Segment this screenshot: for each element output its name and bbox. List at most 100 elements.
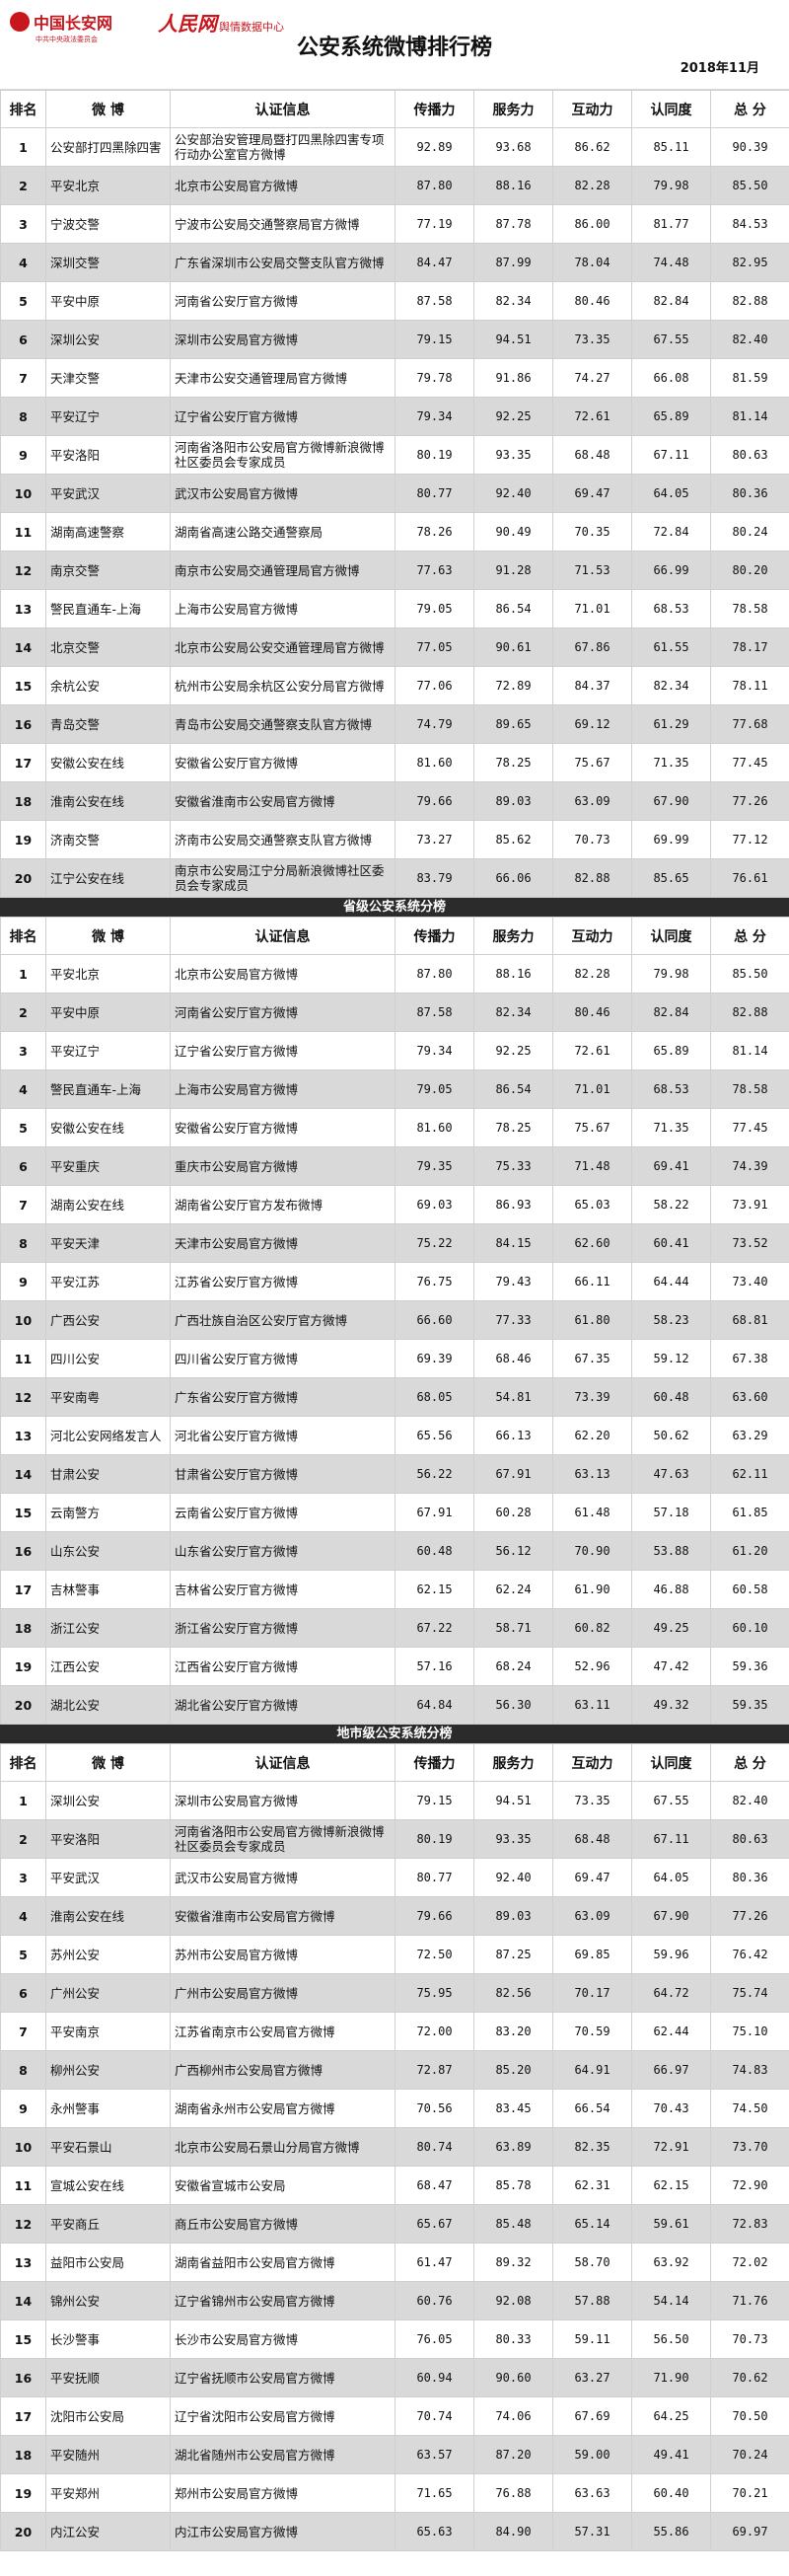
recognition-cell: 60.40 <box>631 2473 711 2513</box>
service-cell: 87.78 <box>473 204 553 244</box>
total-score-cell: 69.97 <box>710 2512 789 2551</box>
service-cell: 91.28 <box>473 551 553 590</box>
table-row: 13 警民直通车-上海 上海市公安局官方微博 79.05 86.54 71.01 68.53… <box>0 589 789 628</box>
recognition-cell: 79.98 <box>631 954 711 994</box>
total-score-cell: 90.39 <box>710 127 789 167</box>
service-cell: 68.46 <box>473 1339 553 1378</box>
spread-cell: 77.06 <box>394 666 474 705</box>
service-cell: 90.49 <box>473 512 553 552</box>
weibo-name-cell: 平安中原 <box>45 993 171 1032</box>
service-cell: 56.12 <box>473 1531 553 1571</box>
interaction-cell: 57.31 <box>552 2512 632 2551</box>
column-header: 总 分 <box>710 1743 789 1782</box>
service-cell: 89.03 <box>473 781 553 821</box>
recognition-cell: 82.84 <box>631 281 711 321</box>
rank-cell: 10 <box>0 2127 46 2167</box>
certification-cell: 吉林省公安厅官方微博 <box>170 1570 395 1609</box>
weibo-name-cell: 安徽公安在线 <box>45 743 171 782</box>
rank-cell: 20 <box>0 1685 46 1725</box>
service-cell: 80.33 <box>473 2319 553 2359</box>
rank-cell: 19 <box>0 1647 46 1686</box>
weibo-name-cell: 湖北公安 <box>45 1685 171 1725</box>
certification-cell: 江苏省南京市公安局官方微博 <box>170 2012 395 2051</box>
total-score-cell: 70.24 <box>710 2435 789 2474</box>
interaction-cell: 82.28 <box>552 954 632 994</box>
spread-cell: 76.05 <box>394 2319 474 2359</box>
column-header: 总 分 <box>710 917 789 955</box>
weibo-name-cell: 山东公安 <box>45 1531 171 1571</box>
interaction-cell: 71.53 <box>552 551 632 590</box>
rank-cell: 5 <box>0 1108 46 1147</box>
spread-cell: 87.80 <box>394 954 474 994</box>
table-row: 15 余杭公安 杭州市公安局余杭区公安分局官方微博 77.06 72.89 84.37 82… <box>0 666 789 705</box>
rank-cell: 17 <box>0 2396 46 2436</box>
table-row: 11 四川公安 四川省公安厅官方微博 69.39 68.46 67.35 59.12 67.3… <box>0 1339 789 1378</box>
spread-cell: 76.75 <box>394 1262 474 1301</box>
interaction-cell: 68.48 <box>552 1819 632 1859</box>
certification-cell: 湖南省高速公路交通警察局 <box>170 512 395 552</box>
weibo-name-cell: 广西公安 <box>45 1300 171 1340</box>
spread-cell: 80.77 <box>394 1858 474 1897</box>
spread-cell: 75.95 <box>394 1973 474 2013</box>
spread-cell: 79.78 <box>394 358 474 398</box>
column-header: 认同度 <box>631 90 711 128</box>
total-score-cell: 74.39 <box>710 1146 789 1186</box>
service-cell: 56.30 <box>473 1685 553 1725</box>
column-header: 互动力 <box>552 917 632 955</box>
service-cell: 66.13 <box>473 1416 553 1455</box>
service-cell: 86.54 <box>473 589 553 628</box>
table-row: 7 平安南京 江苏省南京市公安局官方微博 72.00 83.20 70.59 62.44 75… <box>0 2012 789 2051</box>
table-row: 2 平安北京 北京市公安局官方微博 87.80 88.16 82.28 79.98 85.50 <box>0 166 789 205</box>
service-cell: 54.81 <box>473 1377 553 1417</box>
total-score-cell: 81.14 <box>710 1031 789 1070</box>
recognition-cell: 49.41 <box>631 2435 711 2474</box>
total-score-cell: 60.10 <box>710 1608 789 1648</box>
weibo-name-cell: 平安辽宁 <box>45 397 171 436</box>
certification-cell: 南京市公安局交通管理局官方微博 <box>170 551 395 590</box>
interaction-cell: 69.85 <box>552 1935 632 1974</box>
recognition-cell: 81.77 <box>631 204 711 244</box>
spread-cell: 69.39 <box>394 1339 474 1378</box>
weibo-name-cell: 深圳公安 <box>45 320 171 359</box>
spread-cell: 72.87 <box>394 2050 474 2090</box>
table-row: 7 天津交警 天津市公安交通管理局官方微博 79.78 91.86 74.27 66.08 8… <box>0 358 789 398</box>
spread-cell: 79.34 <box>394 397 474 436</box>
section-title: 省级公安系统分榜 <box>0 898 789 917</box>
total-score-cell: 61.20 <box>710 1531 789 1571</box>
service-cell: 84.15 <box>473 1223 553 1263</box>
interaction-cell: 70.17 <box>552 1973 632 2013</box>
certification-cell: 杭州市公安局余杭区公安分局官方微博 <box>170 666 395 705</box>
certification-cell: 辽宁省抚顺市公安局官方微博 <box>170 2358 395 2397</box>
total-score-cell: 70.73 <box>710 2319 789 2359</box>
certification-cell: 山东省公安厅官方微博 <box>170 1531 395 1571</box>
recognition-cell: 64.25 <box>631 2396 711 2436</box>
weibo-name-cell: 河北公安网络发言人 <box>45 1416 171 1455</box>
spread-cell: 72.50 <box>394 1935 474 1974</box>
table-row: 4 淮南公安在线 安徽省淮南市公安局官方微博 79.66 89.03 63.09 67.90… <box>0 1896 789 1936</box>
weibo-name-cell: 平安石景山 <box>45 2127 171 2167</box>
rank-cell: 17 <box>0 743 46 782</box>
interaction-cell: 69.47 <box>552 474 632 513</box>
rank-cell: 9 <box>0 1262 46 1301</box>
emblem-icon <box>10 12 30 32</box>
table-row: 16 山东公安 山东省公安厅官方微博 60.48 56.12 70.90 53.88 61.2… <box>0 1531 789 1571</box>
interaction-cell: 63.63 <box>552 2473 632 2513</box>
rank-cell: 10 <box>0 1300 46 1340</box>
total-score-cell: 62.11 <box>710 1454 789 1494</box>
interaction-cell: 73.35 <box>552 320 632 359</box>
recognition-cell: 58.23 <box>631 1300 711 1340</box>
interaction-cell: 61.80 <box>552 1300 632 1340</box>
spread-cell: 77.05 <box>394 627 474 667</box>
total-score-cell: 76.42 <box>710 1935 789 1974</box>
weibo-name-cell: 平安辽宁 <box>45 1031 171 1070</box>
weibo-name-cell: 济南交警 <box>45 820 171 859</box>
total-score-cell: 82.40 <box>710 1781 789 1820</box>
interaction-cell: 74.27 <box>552 358 632 398</box>
certification-cell: 河南省公安厅官方微博 <box>170 993 395 1032</box>
certification-cell: 河南省公安厅官方微博 <box>170 281 395 321</box>
total-score-cell: 60.58 <box>710 1570 789 1609</box>
weibo-name-cell: 淮南公安在线 <box>45 1896 171 1936</box>
rank-cell: 13 <box>0 589 46 628</box>
spread-cell: 79.35 <box>394 1146 474 1186</box>
interaction-cell: 73.39 <box>552 1377 632 1417</box>
